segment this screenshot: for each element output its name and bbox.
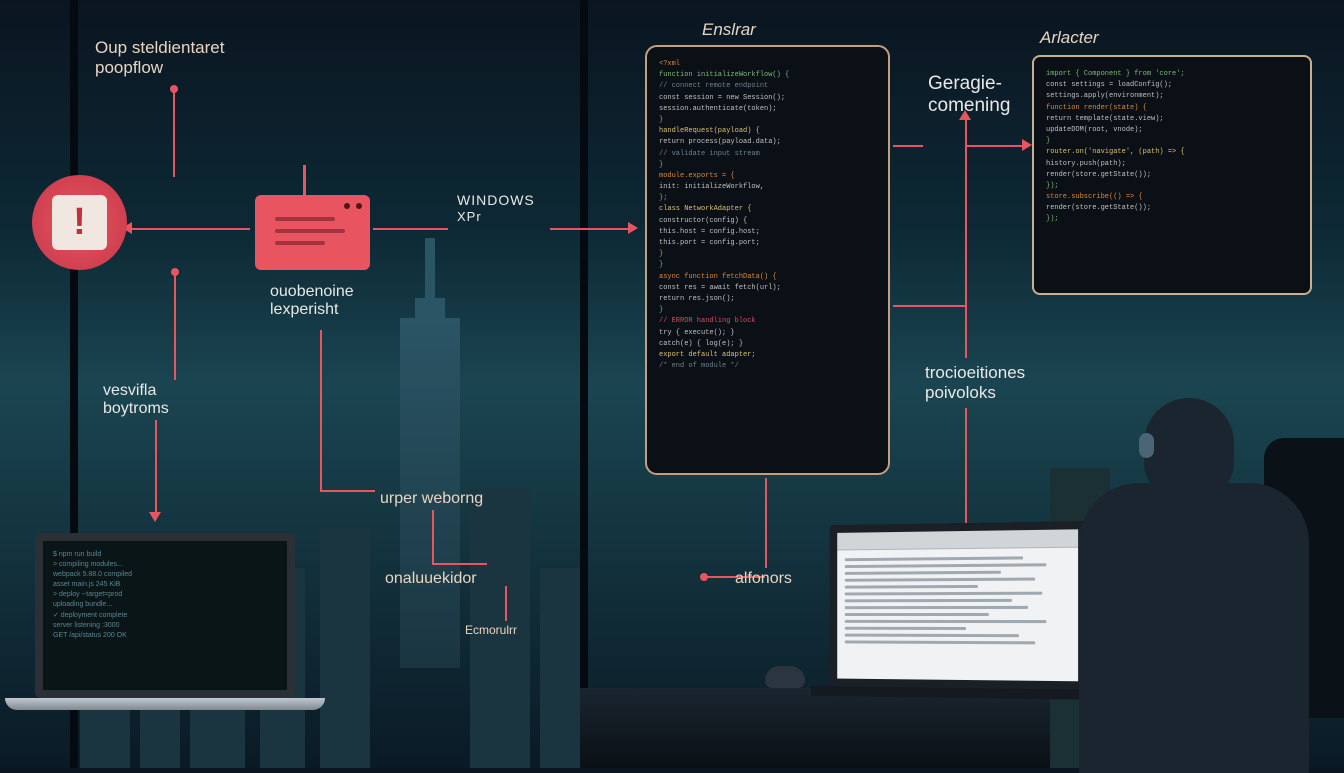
code-panel-center: <?xmlfunction initializeWorkflow() { // … (645, 45, 890, 475)
label-vesvifla: vesviflaboytroms (103, 382, 169, 418)
label-right-top: Arlacter (1040, 28, 1099, 48)
connector-node (700, 573, 708, 581)
building (540, 568, 580, 768)
arrow-icon (149, 512, 161, 522)
alert-icon: ! (32, 175, 127, 270)
connector (965, 145, 1025, 147)
connector (320, 330, 322, 490)
label-onaluu: onaluuekidor (385, 570, 477, 588)
connector (965, 118, 967, 148)
label-geragie: Geragie-comening (928, 73, 1010, 117)
label-center-top: Enslrar (702, 20, 756, 40)
laptop-left-screen: $ npm run build> compiling modules...web… (35, 533, 295, 698)
connector (173, 92, 175, 177)
router-device-icon (255, 195, 370, 270)
connector (155, 420, 157, 515)
connector (320, 490, 375, 492)
connector (765, 478, 767, 568)
label-top-left: Oup steldientaretpoopflow (95, 38, 224, 78)
connector (965, 148, 967, 358)
connector (174, 270, 176, 380)
laptop-left: $ npm run build> compiling modules...web… (35, 533, 335, 733)
alert-symbol: ! (52, 195, 107, 250)
connector (893, 305, 965, 307)
label-urper: urper weborng (380, 490, 483, 508)
label-trocio: trocioeitionespoivoloks (925, 363, 1025, 403)
label-alfonors: alfonors (735, 570, 792, 588)
mouse-device-icon (765, 666, 805, 688)
connector-node (171, 268, 179, 276)
connector (550, 228, 630, 230)
connector (432, 563, 487, 565)
label-windows: WINDOWSXPr (457, 192, 535, 224)
arrow-icon (1022, 139, 1032, 151)
connector (893, 145, 923, 147)
connector (130, 228, 250, 230)
label-ecmor: Ecmorulrr (465, 623, 517, 637)
connector (373, 228, 448, 230)
arrow-icon (628, 222, 638, 234)
code-panel-right: import { Component } from 'core';const s… (1032, 55, 1312, 295)
connector (432, 510, 434, 565)
connector (505, 586, 507, 621)
person-silhouette (1024, 368, 1324, 768)
label-router: ouobenoinelexperisht (270, 283, 354, 319)
window-frame (580, 0, 588, 768)
